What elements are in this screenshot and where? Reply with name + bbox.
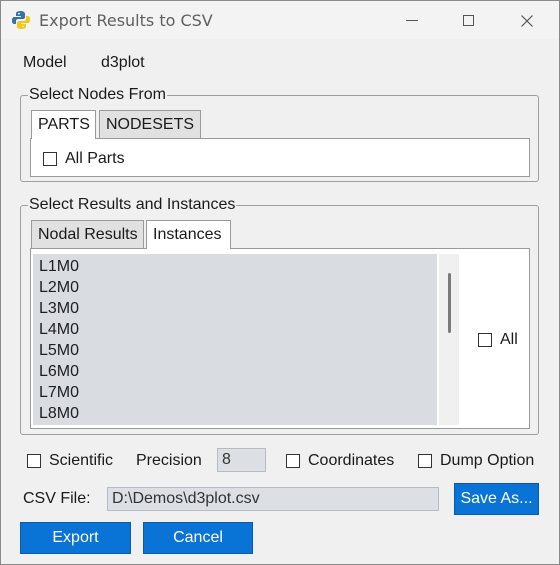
csv-file-label: CSV File: bbox=[23, 490, 91, 507]
list-item[interactable]: L4M0 bbox=[39, 321, 79, 339]
tab-instances-label: Instances bbox=[153, 226, 222, 243]
precision-label: Precision bbox=[136, 452, 202, 469]
list-item[interactable]: L8M0 bbox=[39, 405, 79, 423]
maximize-icon bbox=[463, 15, 474, 26]
cancel-button[interactable]: Cancel bbox=[143, 522, 253, 554]
csv-path-value: D:\Demos\d3plot.csv bbox=[112, 490, 260, 507]
model-value: d3plot bbox=[101, 54, 145, 71]
all-parts-checkbox[interactable] bbox=[43, 152, 57, 166]
tab-parts-label: PARTS bbox=[38, 116, 90, 133]
csv-path-input[interactable]: D:\Demos\d3plot.csv bbox=[107, 487, 439, 511]
close-icon bbox=[521, 15, 533, 27]
model-label: Model bbox=[23, 54, 67, 71]
close-button[interactable] bbox=[501, 1, 555, 39]
title-bar[interactable]: Export Results to CSV bbox=[1, 1, 559, 39]
tab-nodesets-label: NODESETS bbox=[106, 116, 195, 133]
scrollbar-thumb[interactable] bbox=[448, 273, 451, 333]
tab-instances[interactable]: Instances bbox=[146, 220, 231, 249]
dump-option-label: Dump Option bbox=[440, 452, 535, 469]
all-instances-label: All bbox=[500, 331, 518, 348]
scientific-checkbox[interactable] bbox=[27, 454, 41, 468]
save-as-label: Save As... bbox=[460, 490, 533, 507]
instances-scrollbar[interactable] bbox=[439, 254, 459, 425]
window-title: Export Results to CSV bbox=[39, 11, 213, 30]
maximize-button[interactable] bbox=[443, 1, 497, 39]
list-item[interactable]: L5M0 bbox=[39, 342, 79, 360]
precision-value: 8 bbox=[222, 451, 231, 468]
coordinates-checkbox[interactable] bbox=[286, 454, 300, 468]
python-app-icon bbox=[12, 11, 30, 29]
cancel-label: Cancel bbox=[173, 529, 223, 546]
dump-option-checkbox[interactable] bbox=[418, 454, 432, 468]
list-item[interactable]: L6M0 bbox=[39, 363, 79, 381]
export-button[interactable]: Export bbox=[20, 522, 131, 554]
export-dialog: Export Results to CSV Model d3plot Selec… bbox=[0, 0, 560, 565]
tab-nodal-results[interactable]: Nodal Results bbox=[31, 220, 144, 248]
list-item[interactable]: L7M0 bbox=[39, 384, 79, 402]
select-nodes-title: Select Nodes From bbox=[28, 86, 167, 104]
tab-parts[interactable]: PARTS bbox=[31, 110, 96, 139]
precision-input[interactable]: 8 bbox=[217, 448, 266, 472]
instances-list[interactable]: L1M0 L2M0 L3M0 L4M0 L5M0 L6M0 L7M0 L8M0 bbox=[33, 254, 437, 425]
coordinates-label: Coordinates bbox=[308, 452, 395, 469]
minimize-button[interactable] bbox=[386, 1, 440, 39]
save-as-button[interactable]: Save As... bbox=[454, 483, 539, 515]
dialog-body: Model d3plot Select Nodes From PARTS NOD… bbox=[1, 39, 559, 564]
export-label: Export bbox=[52, 529, 99, 546]
tab-nodal-results-label: Nodal Results bbox=[38, 226, 138, 243]
select-results-title: Select Results and Instances bbox=[28, 196, 237, 214]
all-instances-checkbox[interactable] bbox=[478, 333, 492, 347]
list-item[interactable]: L1M0 bbox=[39, 258, 79, 276]
minimize-icon bbox=[406, 20, 418, 21]
tab-nodesets[interactable]: NODESETS bbox=[99, 110, 201, 138]
list-item[interactable]: L2M0 bbox=[39, 279, 79, 297]
all-parts-label: All Parts bbox=[65, 150, 125, 167]
list-item[interactable]: L3M0 bbox=[39, 300, 79, 318]
scientific-label: Scientific bbox=[49, 452, 114, 469]
